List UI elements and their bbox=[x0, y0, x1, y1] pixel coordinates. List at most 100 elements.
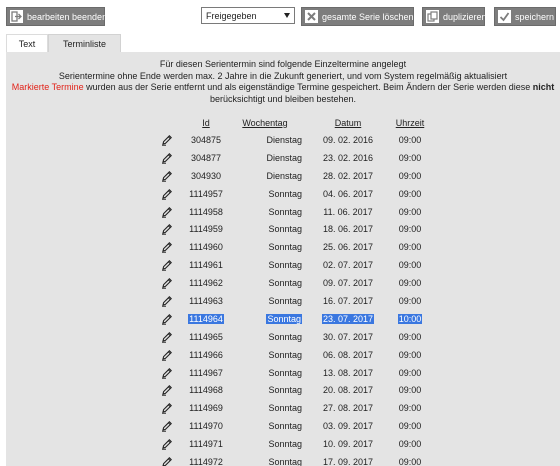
info-line-3: Markierte Termine wurden aus der Serie e… bbox=[6, 82, 560, 94]
row-time: 09:00 bbox=[398, 206, 422, 217]
row-weekday: Sonntag bbox=[268, 385, 302, 396]
row-weekday: Sonntag bbox=[268, 456, 302, 466]
row-date: 02. 07. 2017 bbox=[322, 260, 374, 271]
tab-text[interactable]: Text bbox=[6, 34, 48, 52]
table-row[interactable]: 1114962 Sonntag 09. 07. 2017 09:00 bbox=[150, 274, 432, 292]
edit-icon[interactable] bbox=[161, 438, 173, 450]
table-row[interactable]: 1114961 Sonntag 02. 07. 2017 09:00 bbox=[150, 256, 432, 274]
row-id: 1114970 bbox=[189, 421, 223, 432]
edit-icon[interactable] bbox=[161, 367, 173, 379]
table-row[interactable]: 304930 Dienstag 28. 02. 2017 09:00 bbox=[150, 167, 432, 185]
edit-icon[interactable] bbox=[161, 259, 173, 271]
id-column-header[interactable]: Id bbox=[184, 114, 228, 131]
edit-icon[interactable] bbox=[161, 188, 173, 200]
row-weekday: Dienstag bbox=[266, 170, 302, 181]
save-button[interactable]: speichern bbox=[494, 7, 556, 26]
status-select[interactable]: Freigegeben bbox=[201, 7, 295, 24]
row-id: 1114959 bbox=[189, 224, 223, 235]
row-date: 18. 06. 2017 bbox=[322, 224, 374, 235]
table-row[interactable]: 1114963 Sonntag 16. 07. 2017 09:00 bbox=[150, 292, 432, 310]
row-weekday: Sonntag bbox=[268, 367, 302, 378]
edit-icon[interactable] bbox=[161, 241, 173, 253]
row-time: 09:00 bbox=[398, 456, 422, 466]
row-weekday: Sonntag bbox=[268, 421, 302, 432]
row-weekday: Sonntag bbox=[268, 439, 302, 450]
table-row[interactable]: 1114969 Sonntag 27. 08. 2017 09:00 bbox=[150, 399, 432, 417]
edit-column-header bbox=[150, 114, 184, 131]
edit-icon[interactable] bbox=[161, 313, 173, 325]
tab-terminliste[interactable]: Terminliste bbox=[48, 34, 121, 52]
edit-icon[interactable] bbox=[161, 420, 173, 432]
edit-icon[interactable] bbox=[161, 456, 173, 466]
row-date: 20. 08. 2017 bbox=[322, 385, 374, 396]
row-id: 304930 bbox=[190, 170, 222, 181]
table-row[interactable]: 1114964 Sonntag 23. 07. 2017 10:00 bbox=[150, 310, 432, 328]
edit-icon[interactable] bbox=[161, 402, 173, 414]
row-time: 09:00 bbox=[398, 260, 422, 271]
row-id: 1114965 bbox=[189, 331, 223, 342]
row-id: 1114960 bbox=[189, 242, 223, 253]
row-id: 1114964 bbox=[188, 313, 224, 324]
edit-icon[interactable] bbox=[161, 349, 173, 361]
row-date: 11. 06. 2017 bbox=[323, 206, 373, 217]
edit-icon[interactable] bbox=[161, 206, 173, 218]
info-line-3-text: wurden aus der Serie entfernt und als ei… bbox=[83, 82, 533, 92]
table-row[interactable]: 1114965 Sonntag 30. 07. 2017 09:00 bbox=[150, 328, 432, 346]
row-weekday: Sonntag bbox=[268, 188, 302, 199]
table-row[interactable]: 1114970 Sonntag 03. 09. 2017 09:00 bbox=[150, 417, 432, 435]
row-date: 17. 09. 2017 bbox=[322, 456, 374, 466]
row-time: 09:00 bbox=[398, 421, 422, 432]
end-editing-label: bearbeiten beenden bbox=[27, 11, 108, 22]
table-row[interactable]: 1114968 Sonntag 20. 08. 2017 09:00 bbox=[150, 381, 432, 399]
table-row[interactable]: 1114971 Sonntag 10. 09. 2017 09:00 bbox=[150, 435, 432, 453]
row-id: 1114963 bbox=[189, 295, 223, 306]
weekday-column-header[interactable]: Wochentag bbox=[228, 114, 308, 131]
table-row[interactable]: 1114960 Sonntag 25. 06. 2017 09:00 bbox=[150, 238, 432, 256]
appointment-table: Id Wochentag Datum Uhrzeit 304875 Diensta… bbox=[150, 114, 432, 466]
row-weekday: Sonntag bbox=[268, 242, 302, 253]
table-row[interactable]: 1114958 Sonntag 11. 06. 2017 09:00 bbox=[150, 203, 432, 221]
edit-icon[interactable] bbox=[161, 295, 173, 307]
edit-icon[interactable] bbox=[161, 223, 173, 236]
time-column-header[interactable]: Uhrzeit bbox=[388, 114, 432, 131]
copy-icon bbox=[426, 10, 439, 23]
date-column-header[interactable]: Datum bbox=[308, 114, 388, 131]
row-date: 09. 07. 2017 bbox=[322, 278, 374, 289]
row-time: 09:00 bbox=[398, 385, 422, 396]
edit-icon[interactable] bbox=[161, 331, 173, 343]
save-label: speichern bbox=[515, 11, 555, 22]
row-weekday: Sonntag bbox=[268, 349, 302, 360]
delete-series-button[interactable]: gesamte Serie löschen bbox=[301, 7, 414, 26]
row-id: 1114957 bbox=[189, 188, 223, 199]
row-id: 1114968 bbox=[189, 385, 223, 396]
duplicate-label: duplizieren bbox=[443, 11, 487, 22]
table-row[interactable]: 304875 Dienstag 09. 02. 2016 09:00 bbox=[150, 131, 432, 149]
row-time: 09:00 bbox=[398, 224, 422, 235]
edit-icon[interactable] bbox=[161, 170, 173, 182]
row-date: 23. 07. 2017 bbox=[321, 313, 375, 324]
duplicate-button[interactable]: duplizieren bbox=[422, 7, 487, 26]
row-time: 10:00 bbox=[397, 313, 423, 324]
chevron-down-icon bbox=[284, 13, 290, 18]
table-row[interactable]: 1114967 Sonntag 13. 08. 2017 09:00 bbox=[150, 364, 432, 382]
table-row[interactable]: 304877 Dienstag 23. 02. 2016 09:00 bbox=[150, 149, 432, 167]
edit-icon[interactable] bbox=[161, 384, 173, 397]
edit-icon[interactable] bbox=[161, 152, 173, 164]
row-id: 1114962 bbox=[189, 278, 223, 289]
table-row[interactable]: 1114959 Sonntag 18. 06. 2017 09:00 bbox=[150, 220, 432, 238]
table-row[interactable]: 1114972 Sonntag 17. 09. 2017 09:00 bbox=[150, 453, 432, 466]
end-editing-button[interactable]: bearbeiten beenden bbox=[6, 7, 108, 26]
row-weekday: Sonntag bbox=[268, 224, 302, 235]
row-time: 09:00 bbox=[398, 188, 422, 199]
table-row[interactable]: 1114966 Sonntag 06. 08. 2017 09:00 bbox=[150, 346, 432, 364]
row-time: 09:00 bbox=[398, 403, 422, 414]
row-time: 09:00 bbox=[398, 170, 422, 181]
row-time: 09:00 bbox=[398, 349, 422, 360]
toolbar: bearbeiten beenden Freigegeben gesamte S… bbox=[0, 0, 560, 32]
info-line-2: Serientermine ohne Ende werden max. 2 Ja… bbox=[58, 70, 508, 81]
row-date: 13. 08. 2017 bbox=[322, 367, 374, 378]
edit-icon[interactable] bbox=[161, 134, 173, 146]
row-time: 09:00 bbox=[398, 367, 422, 378]
edit-icon[interactable] bbox=[161, 277, 173, 289]
table-row[interactable]: 1114957 Sonntag 04. 06. 2017 09:00 bbox=[150, 185, 432, 203]
